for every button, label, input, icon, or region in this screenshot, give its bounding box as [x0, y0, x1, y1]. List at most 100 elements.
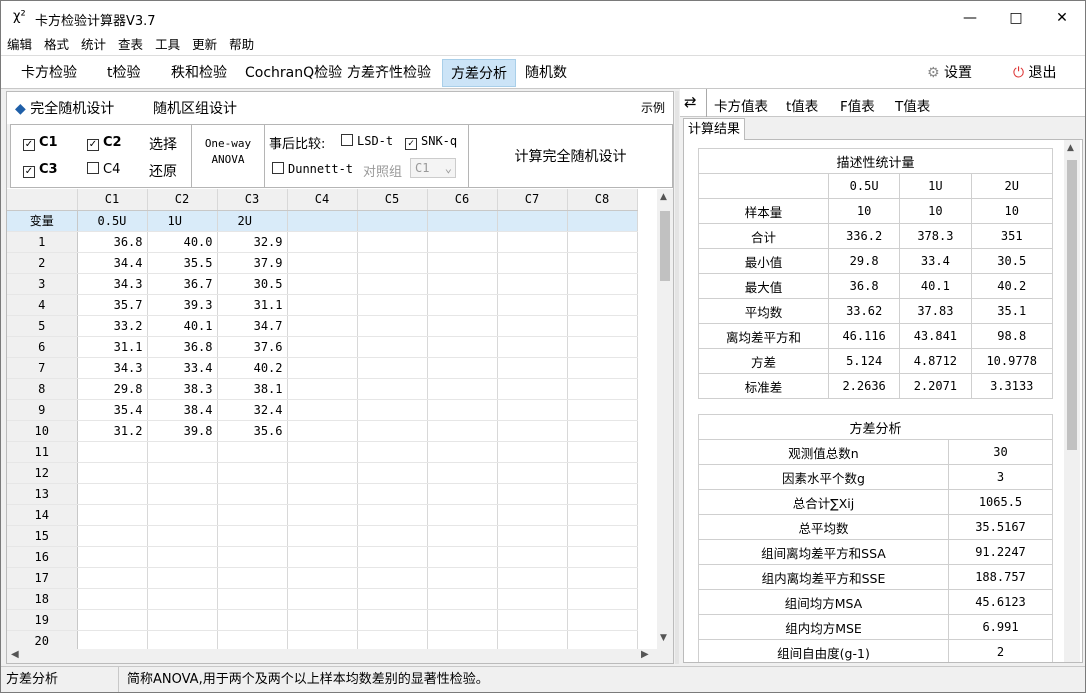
data-cell[interactable] [427, 399, 498, 421]
data-cell[interactable] [217, 525, 288, 547]
data-cell[interactable]: 33.2 [77, 315, 148, 337]
data-cell[interactable] [357, 378, 428, 400]
data-cell[interactable] [497, 462, 568, 484]
data-cell[interactable] [357, 294, 428, 316]
results-scroll-up-icon[interactable]: ▲ [1067, 143, 1074, 153]
data-cell[interactable] [567, 462, 638, 484]
design-randomized-block[interactable]: 随机区组设计 [153, 98, 237, 118]
data-cell[interactable] [217, 546, 288, 568]
row-header[interactable]: 7 [7, 357, 78, 379]
menu-update[interactable]: 更新 [186, 35, 223, 55]
data-cell[interactable] [497, 315, 568, 337]
tab-ttest[interactable]: t检验 [99, 59, 149, 87]
menu-lookup[interactable]: 查表 [112, 35, 149, 55]
data-cell[interactable]: 31.1 [77, 336, 148, 358]
data-cell[interactable] [287, 420, 358, 442]
data-cell[interactable] [497, 504, 568, 526]
data-cell[interactable] [567, 315, 638, 337]
data-cell[interactable] [217, 441, 288, 463]
variable-name-cell[interactable] [497, 210, 568, 232]
data-cell[interactable]: 31.1 [217, 294, 288, 316]
data-cell[interactable] [567, 567, 638, 589]
data-cell[interactable]: 38.3 [147, 378, 218, 400]
data-cell[interactable] [427, 546, 498, 568]
tab-chisquare[interactable]: 卡方检验 [13, 59, 85, 87]
data-cell[interactable] [567, 588, 638, 610]
tab-t-table[interactable]: t值表 [786, 95, 818, 115]
row-header[interactable]: 16 [7, 546, 78, 568]
data-cell[interactable] [77, 630, 148, 649]
data-cell[interactable]: 36.8 [77, 231, 148, 253]
data-cell[interactable]: 34.3 [77, 273, 148, 295]
data-cell[interactable] [147, 462, 218, 484]
data-cell[interactable] [567, 357, 638, 379]
data-cell[interactable] [427, 336, 498, 358]
data-cell[interactable] [147, 441, 218, 463]
data-cell[interactable] [357, 462, 428, 484]
data-cell[interactable]: 35.6 [217, 420, 288, 442]
col-header-c8[interactable]: C8 [567, 189, 638, 211]
data-cell[interactable] [287, 336, 358, 358]
data-cell[interactable] [497, 273, 568, 295]
data-cell[interactable] [217, 462, 288, 484]
data-cell[interactable]: 37.6 [217, 336, 288, 358]
data-cell[interactable] [287, 231, 358, 253]
data-cell[interactable] [567, 420, 638, 442]
data-cell[interactable]: 38.1 [217, 378, 288, 400]
data-cell[interactable] [357, 525, 428, 547]
data-cell[interactable] [357, 252, 428, 274]
scroll-down-icon[interactable]: ▼ [660, 633, 667, 643]
data-cell[interactable] [147, 630, 218, 649]
checkbox-lsd[interactable]: LSD-t [341, 134, 393, 148]
grid-vertical-scrollbar[interactable]: ▲ ▼ [657, 189, 673, 649]
scroll-up-icon[interactable]: ▲ [660, 192, 667, 202]
data-cell[interactable] [427, 525, 498, 547]
row-header[interactable]: 19 [7, 609, 78, 631]
data-cell[interactable] [77, 525, 148, 547]
data-cell[interactable] [77, 546, 148, 568]
data-cell[interactable] [497, 609, 568, 631]
data-cell[interactable] [427, 462, 498, 484]
data-cell[interactable]: 35.7 [77, 294, 148, 316]
menu-edit[interactable]: 编辑 [1, 35, 38, 55]
data-cell[interactable] [287, 462, 358, 484]
data-cell[interactable] [497, 378, 568, 400]
row-header[interactable]: 2 [7, 252, 78, 274]
data-cell[interactable]: 34.3 [77, 357, 148, 379]
data-cell[interactable] [357, 504, 428, 526]
data-cell[interactable] [77, 462, 148, 484]
data-cell[interactable] [497, 546, 568, 568]
data-cell[interactable] [77, 441, 148, 463]
data-cell[interactable] [287, 378, 358, 400]
row-header[interactable]: 1 [7, 231, 78, 253]
swap-icon[interactable]: ⇄ [684, 93, 697, 111]
control-group-select[interactable]: C1 ⌄ [410, 158, 456, 178]
data-cell[interactable] [427, 441, 498, 463]
splitter[interactable] [675, 91, 679, 664]
tab-anova[interactable]: 方差分析 [442, 59, 516, 87]
data-cell[interactable] [217, 588, 288, 610]
row-header[interactable]: 18 [7, 588, 78, 610]
row-header[interactable]: 8 [7, 378, 78, 400]
data-cell[interactable] [427, 588, 498, 610]
results-scrollbar[interactable]: ▲ [1064, 140, 1080, 662]
data-cell[interactable] [217, 483, 288, 505]
data-cell[interactable] [427, 294, 498, 316]
data-cell[interactable] [217, 630, 288, 649]
grid-horizontal-scrollbar[interactable]: ◀ ▶ [7, 649, 673, 663]
data-cell[interactable] [567, 546, 638, 568]
data-cell[interactable] [427, 315, 498, 337]
data-cell[interactable] [567, 252, 638, 274]
data-cell[interactable] [287, 441, 358, 463]
data-cell[interactable] [497, 357, 568, 379]
tab-random-numbers[interactable]: 随机数 [517, 59, 575, 87]
data-cell[interactable] [427, 609, 498, 631]
data-cell[interactable] [497, 252, 568, 274]
checkbox-snk[interactable]: ✓ SNK-q [405, 134, 457, 150]
variable-name-cell[interactable] [357, 210, 428, 232]
data-cell[interactable] [427, 378, 498, 400]
data-cell[interactable]: 39.8 [147, 420, 218, 442]
data-cell[interactable] [217, 567, 288, 589]
variable-name-cell[interactable] [287, 210, 358, 232]
data-cell[interactable] [497, 567, 568, 589]
